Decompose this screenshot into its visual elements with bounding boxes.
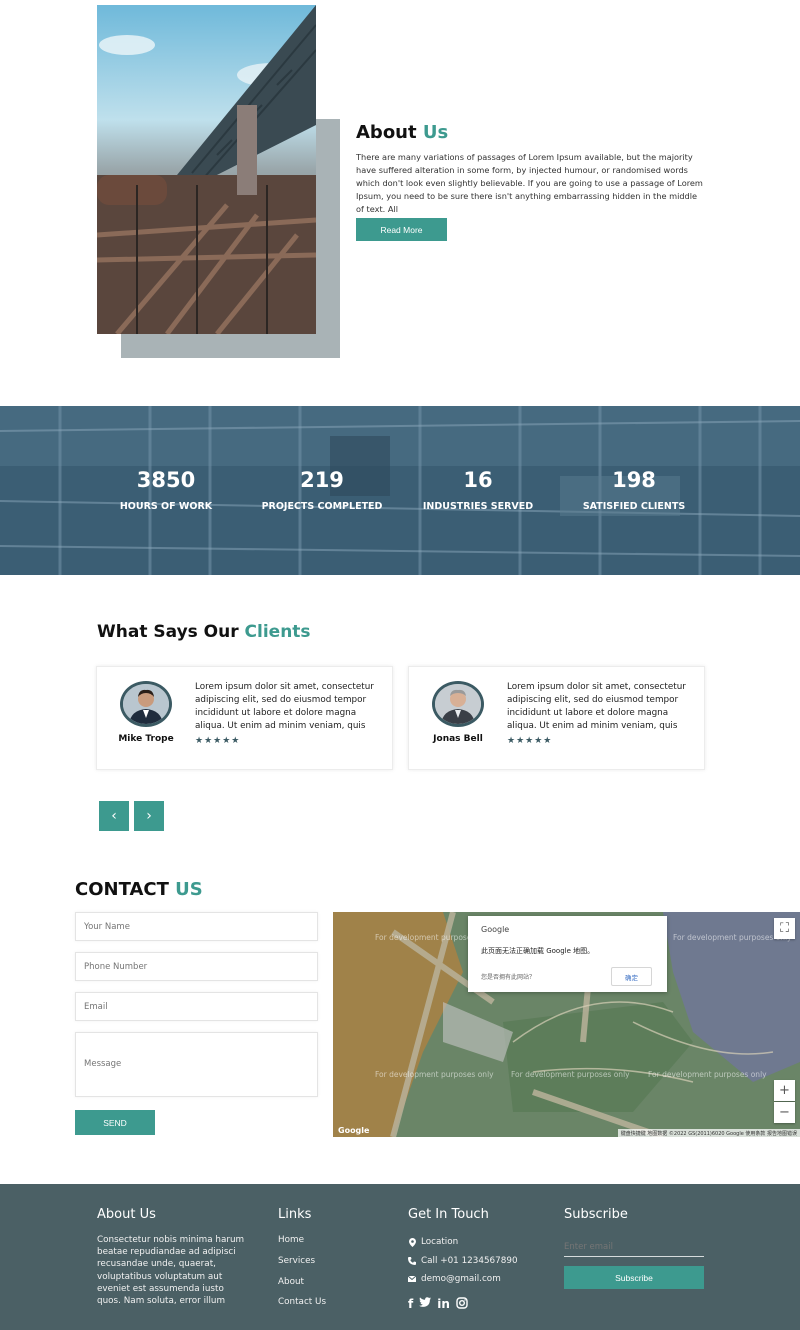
map-dev-watermark: For development purposes only	[375, 1070, 494, 1079]
stat-clients: 198 SATISFIED CLIENTS	[564, 468, 704, 512]
footer-link-services[interactable]: Services	[278, 1256, 315, 1266]
linkedin-icon[interactable]: in	[437, 1297, 450, 1312]
about-title: About Us	[356, 122, 448, 143]
map-dev-watermark: For development purposes only	[648, 1070, 767, 1079]
location-pin-icon	[408, 1237, 416, 1247]
stat-value: 3850	[136, 468, 196, 492]
footer-location-text: Location	[421, 1237, 459, 1247]
map-attribution[interactable]: 键盘快捷键 地图数据 ©2022 GS(2011)6020 Google 使用条…	[617, 1129, 800, 1137]
client-name: Mike Trope	[118, 734, 174, 744]
chevron-right-icon: ›	[146, 808, 152, 824]
fullscreen-icon[interactable]: ⛶	[774, 918, 795, 939]
map-error-dialog: Google 此页面无法正确加载 Google 地图。 您是否拥有此网站？ 确定	[468, 916, 667, 992]
stat-value: 219	[300, 468, 344, 492]
client-avatar	[120, 681, 172, 727]
carousel-next-button[interactable]: ›	[134, 801, 164, 831]
footer-link-contact[interactable]: Contact Us	[278, 1297, 326, 1307]
contact-title-text: CONTACT	[75, 879, 169, 900]
footer-about-text: Consectetur nobis minima harum beatae re…	[97, 1235, 245, 1307]
rating-stars-icon: ★★★★★	[507, 736, 553, 746]
map-error-ok-button[interactable]: 确定	[611, 967, 652, 986]
map-error-message: 此页面无法正确加载 Google 地图。	[481, 947, 595, 955]
footer-about-title: About Us	[97, 1207, 156, 1222]
testimonial-card: Mike Trope Lorem ipsum dolor sit amet, c…	[96, 666, 393, 770]
footer-touch-title: Get In Touch	[408, 1207, 489, 1222]
phone-input[interactable]	[75, 952, 318, 981]
zoom-in-button[interactable]: +	[774, 1080, 795, 1101]
subscribe-button[interactable]: Subscribe	[564, 1266, 704, 1289]
stat-label: INDUSTRIES SERVED	[422, 501, 534, 512]
client-quote: Lorem ipsum dolor sit amet, consectetur …	[507, 682, 686, 731]
google-map-logo: Google	[338, 1126, 370, 1135]
minus-icon: −	[779, 1105, 790, 1120]
about-industrial-image	[97, 5, 316, 334]
footer-location[interactable]: Location	[408, 1237, 458, 1247]
stat-hours: 3850 HOURS OF WORK	[96, 468, 236, 512]
clients-title: What Says Our Clients	[97, 622, 311, 642]
footer-links-title: Links	[278, 1207, 312, 1222]
clients-title-accent: Clients	[244, 622, 311, 642]
stat-label: HOURS OF WORK	[119, 501, 213, 512]
footer-link-home[interactable]: Home	[278, 1235, 304, 1245]
chevron-left-icon: ‹	[111, 808, 117, 824]
footer-email-text: demo@gmail.com	[421, 1274, 501, 1284]
fullscreen-glyph: ⛶	[779, 921, 790, 936]
map-error-link[interactable]: 您是否拥有此网站？	[481, 972, 535, 981]
zoom-out-button[interactable]: −	[774, 1102, 795, 1123]
contact-title-accent: US	[175, 879, 203, 900]
read-more-button[interactable]: Read More	[356, 218, 447, 241]
footer-phone[interactable]: Call +01 1234567890	[408, 1256, 518, 1266]
about-title-accent: Us	[422, 122, 449, 143]
stat-value: 198	[612, 468, 656, 492]
message-input[interactable]	[75, 1032, 318, 1097]
contact-title: CONTACT US	[75, 879, 203, 900]
footer-subscribe-title: Subscribe	[564, 1207, 628, 1222]
facebook-icon[interactable]: f	[408, 1297, 413, 1312]
send-button[interactable]: SEND	[75, 1110, 155, 1135]
carousel-prev-button[interactable]: ‹	[99, 801, 129, 831]
client-name: Jonas Bell	[433, 734, 483, 744]
footer-link-about[interactable]: About	[278, 1277, 304, 1287]
twitter-icon[interactable]	[419, 1297, 432, 1312]
google-logo: Google	[481, 925, 510, 934]
stat-label: SATISFIED CLIENTS	[582, 501, 686, 512]
stat-projects: 219 PROJECTS COMPLETED	[252, 468, 392, 512]
subscribe-email-input[interactable]	[564, 1237, 704, 1257]
social-links: f in	[408, 1297, 468, 1312]
instagram-icon[interactable]	[456, 1297, 468, 1312]
envelope-icon	[408, 1276, 416, 1282]
email-input[interactable]	[75, 992, 318, 1021]
plus-icon: +	[779, 1083, 790, 1098]
name-input[interactable]	[75, 912, 318, 941]
stat-label: PROJECTS COMPLETED	[261, 501, 383, 512]
footer-phone-text: Call +01 1234567890	[421, 1256, 518, 1266]
about-text: There are many variations of passages of…	[356, 152, 703, 214]
stat-value: 16	[463, 468, 493, 492]
about-title-text: About	[356, 122, 417, 143]
footer-email[interactable]: demo@gmail.com	[408, 1274, 501, 1284]
clients-title-text: What Says Our	[97, 622, 239, 642]
client-quote: Lorem ipsum dolor sit amet, consectetur …	[195, 682, 374, 731]
stat-industries: 16 INDUSTRIES SERVED	[408, 468, 548, 512]
client-avatar	[432, 681, 484, 727]
map-dev-watermark: For development purposes only	[511, 1070, 630, 1079]
testimonial-card: Jonas Bell Lorem ipsum dolor sit amet, c…	[408, 666, 705, 770]
rating-stars-icon: ★★★★★	[195, 736, 241, 746]
google-map[interactable]: For development purposes only For develo…	[333, 912, 800, 1137]
phone-icon	[408, 1257, 416, 1265]
